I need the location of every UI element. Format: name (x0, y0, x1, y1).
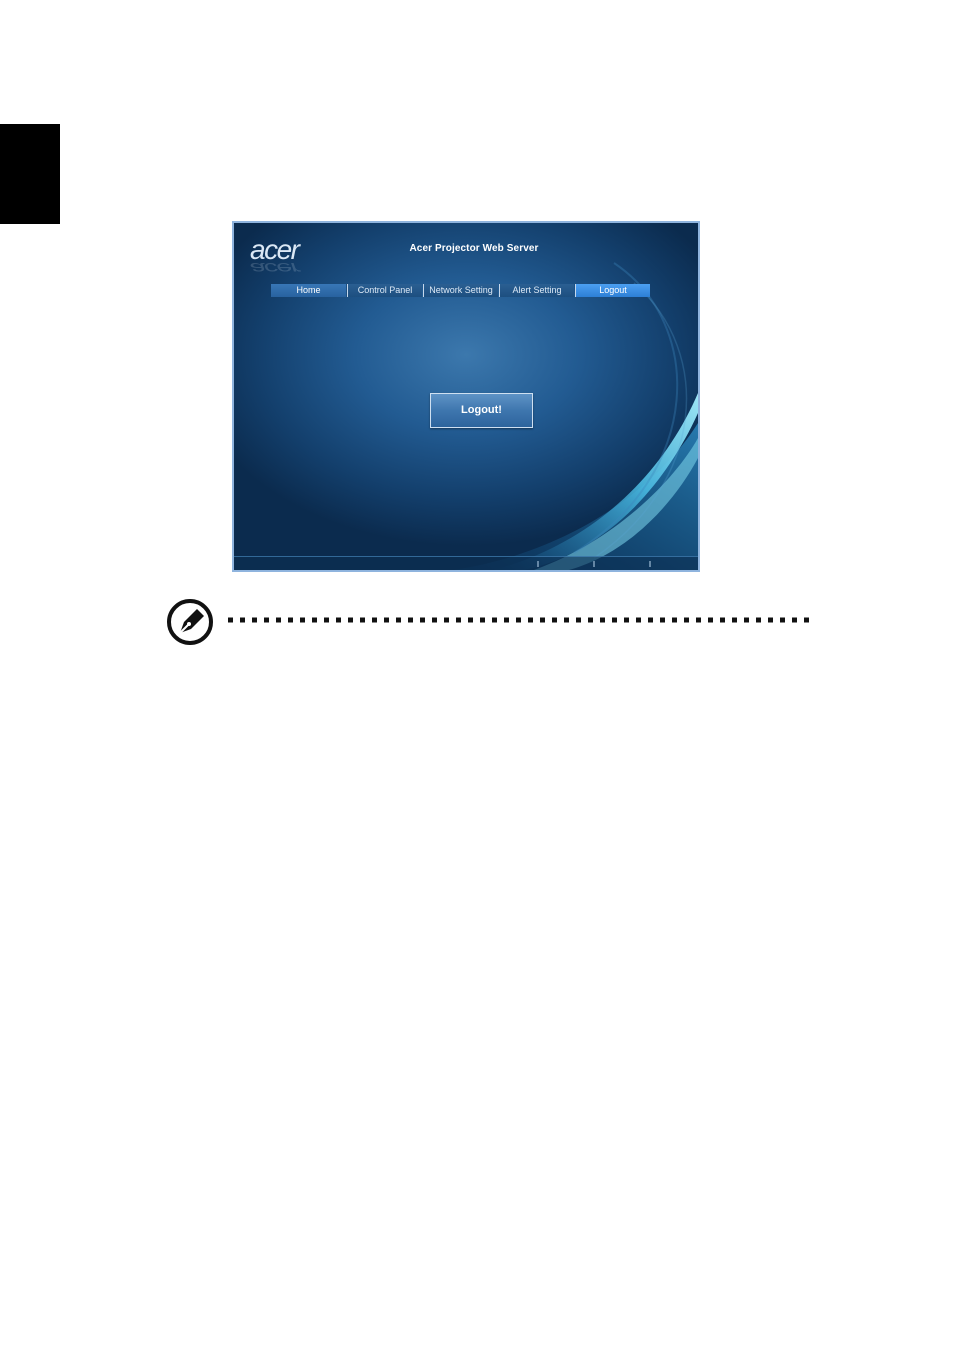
nav-home[interactable]: Home (271, 284, 346, 297)
footer-bar (234, 556, 698, 570)
svg-text:acer: acer (250, 259, 302, 276)
nav-control-panel[interactable]: Control Panel (347, 284, 422, 297)
note-pen-icon (167, 599, 213, 645)
main-nav: Home Control Panel Network Setting Alert… (271, 284, 651, 297)
server-title: Acer Projector Web Server (409, 243, 539, 254)
logout-button[interactable]: Logout! (430, 393, 533, 428)
nav-network-setting[interactable]: Network Setting (423, 284, 498, 297)
nav-logout[interactable]: Logout (575, 284, 650, 297)
note-divider (228, 617, 810, 623)
side-tab-marker (0, 124, 60, 224)
projector-web-server-window: acer acer Acer Projector Web Server Home… (232, 221, 700, 572)
acer-logo: acer acer (250, 234, 303, 277)
nav-alert-setting[interactable]: Alert Setting (499, 284, 574, 297)
